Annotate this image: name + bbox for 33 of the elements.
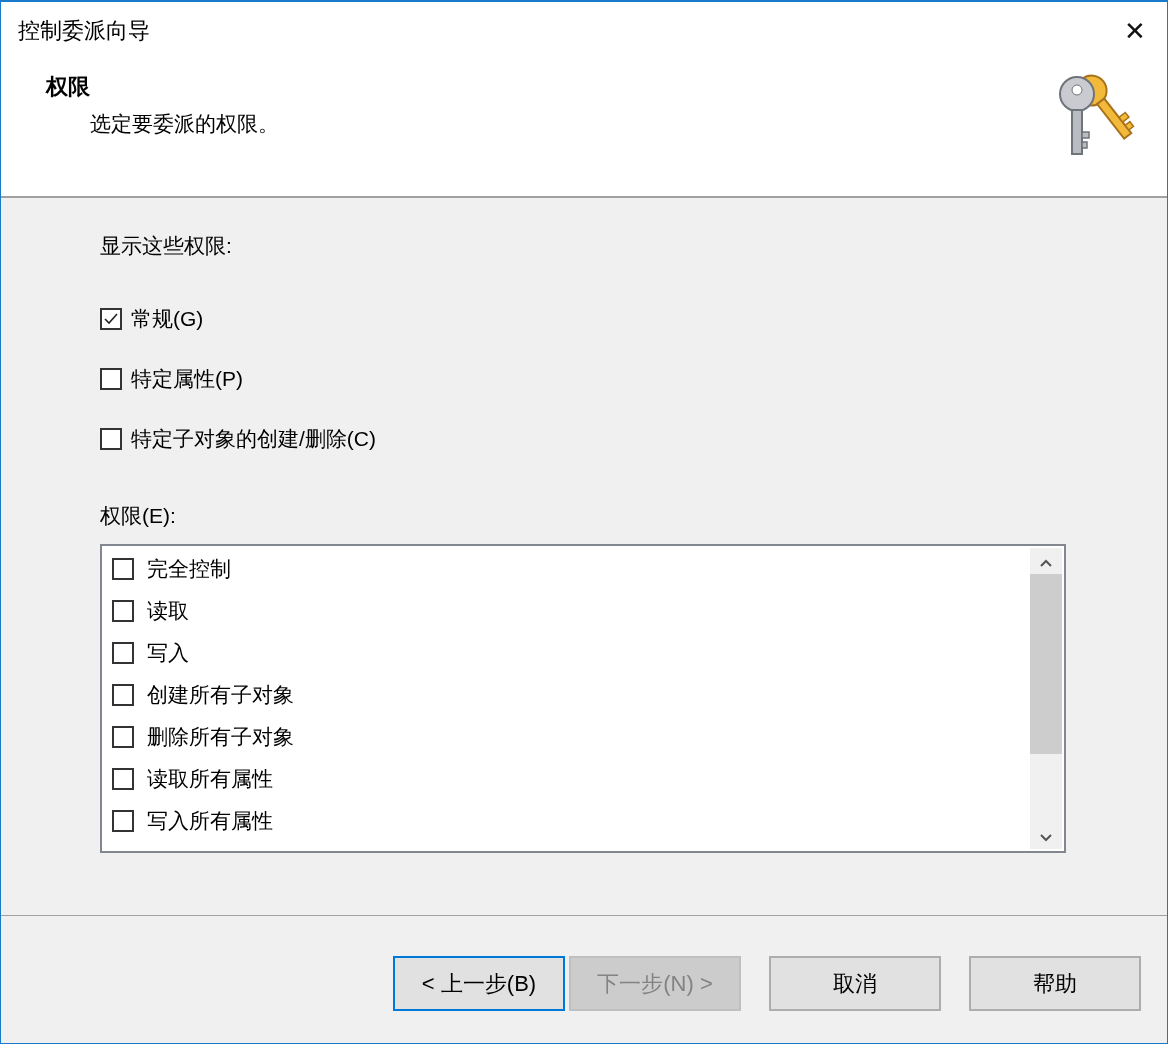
- permission-label[interactable]: 完全控制: [147, 555, 231, 583]
- scroll-up-icon[interactable]: [1039, 558, 1053, 568]
- dialog-button[interactable]: < 上一步(B): [393, 956, 565, 1011]
- permission-label[interactable]: 删除所有子对象: [147, 723, 294, 751]
- permission-label[interactable]: 创建所有子对象: [147, 681, 294, 709]
- show-permissions-label: 显示这些权限:: [100, 233, 233, 259]
- checkbox-label[interactable]: 特定属性(P): [131, 365, 243, 393]
- checkbox[interactable]: [100, 368, 122, 390]
- page-heading: 权限: [46, 73, 91, 101]
- permission-label[interactable]: 写入: [147, 639, 189, 667]
- permissions-label: 权限(E):: [100, 503, 177, 529]
- checkbox[interactable]: [100, 308, 122, 330]
- scrollbar-thumb[interactable]: [1030, 574, 1062, 754]
- checkbox[interactable]: [112, 558, 134, 580]
- checkbox[interactable]: [112, 768, 134, 790]
- window-title: 控制委派向导: [18, 17, 150, 45]
- checkbox[interactable]: [112, 642, 134, 664]
- scroll-down-icon[interactable]: [1039, 833, 1053, 843]
- dialog-button[interactable]: 取消: [769, 956, 941, 1011]
- checkbox[interactable]: [112, 600, 134, 622]
- dialog-button[interactable]: 帮助: [969, 956, 1141, 1011]
- checkbox[interactable]: [100, 428, 122, 450]
- checkbox[interactable]: [112, 684, 134, 706]
- scrollbar[interactable]: [1030, 548, 1062, 849]
- permission-label[interactable]: 写入所有属性: [147, 807, 273, 835]
- close-button[interactable]: ✕: [1103, 2, 1167, 60]
- permission-label[interactable]: 读取所有属性: [147, 765, 273, 793]
- checkbox[interactable]: [112, 726, 134, 748]
- permission-label[interactable]: 读取: [147, 597, 189, 625]
- checkbox[interactable]: [112, 810, 134, 832]
- page-subtitle: 选定要委派的权限。: [90, 111, 279, 137]
- checkbox-label[interactable]: 特定子对象的创建/删除(C): [131, 425, 376, 453]
- checkbox-label[interactable]: 常规(G): [131, 305, 204, 333]
